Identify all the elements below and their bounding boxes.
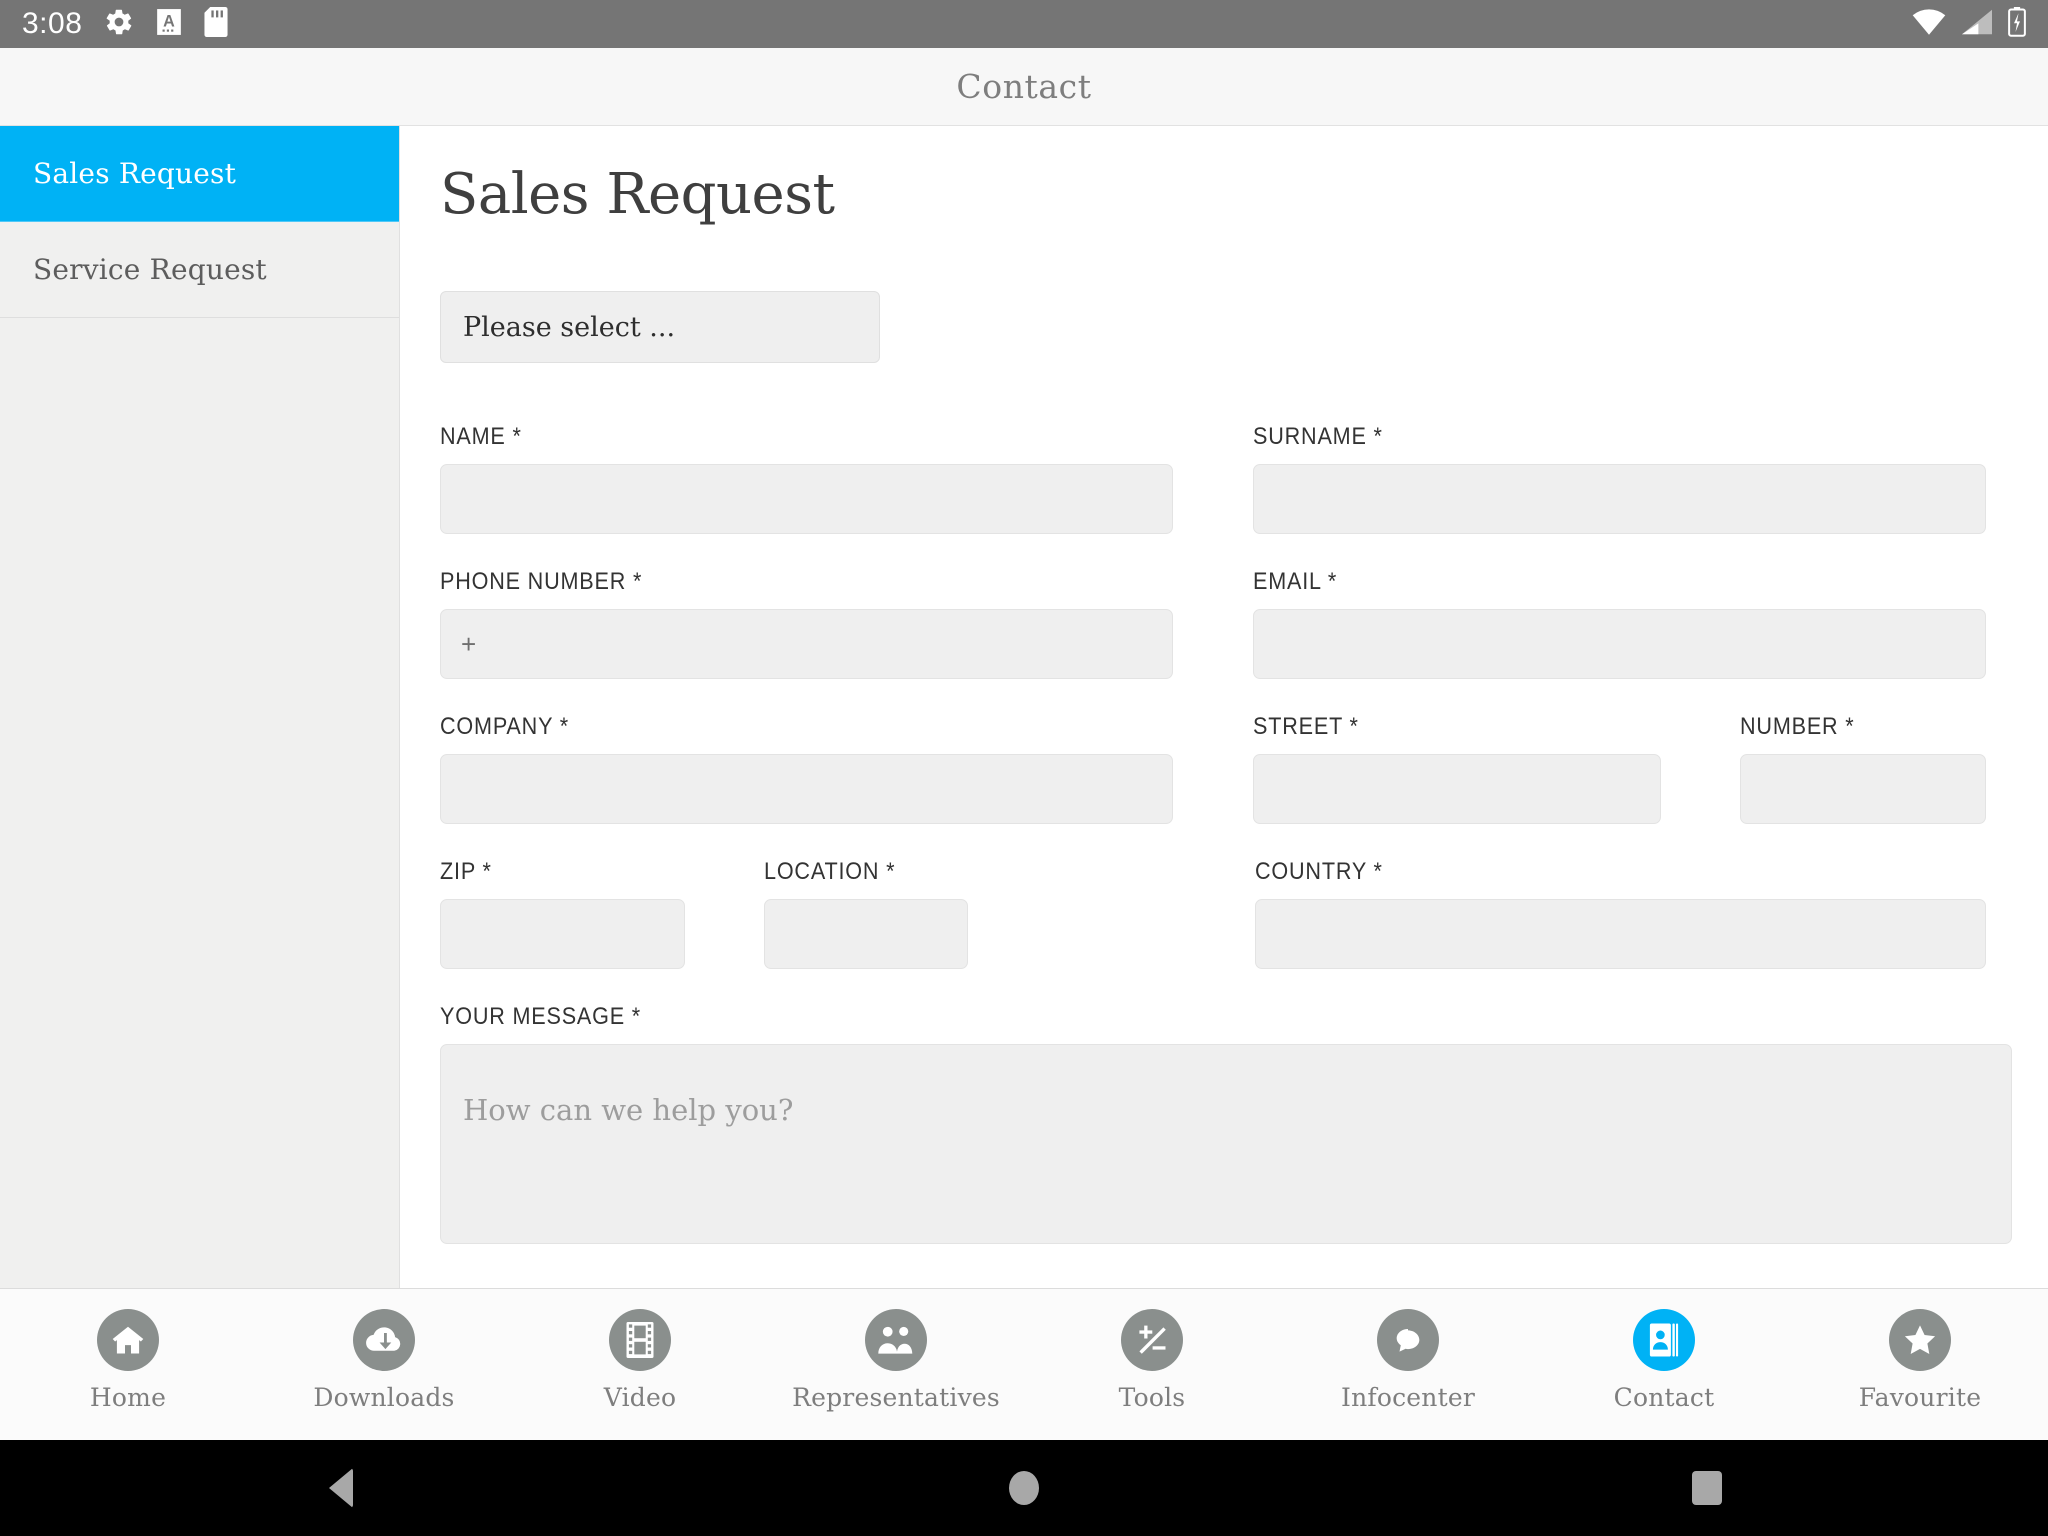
field-label-phone: PHONE NUMBER * [440,568,643,595]
android-navigation-bar [0,1440,2048,1536]
field-label-name: NAME * [440,423,522,450]
cloud-download-icon [353,1309,415,1371]
field-label-street: STREET * [1253,713,1360,740]
field-label-zip: ZIP * [440,858,492,885]
surname-input[interactable] [1253,464,1986,534]
recents-square-icon[interactable] [1365,1440,2048,1536]
bottom-tab-bar: Home Downloads Video Representatives Too… [0,1288,2048,1440]
tab-video[interactable]: Video [512,1309,768,1412]
row-spacer [968,858,1255,969]
form-row-name: NAME * SURNAME * [440,423,1986,534]
country-input[interactable] [1254,899,1986,969]
phone-input[interactable]: + [440,609,1173,679]
page-title: Contact [956,67,1092,106]
form-row-contact: PHONE NUMBER * + EMAIL * [440,568,1986,679]
tab-label: Home [89,1383,167,1412]
field-name: NAME * [440,423,1173,534]
tab-label: Infocenter [1341,1383,1475,1412]
location-input[interactable] [763,899,969,969]
wifi-icon [1912,8,1946,40]
form-heading: Sales Request [440,162,835,227]
house-icon [97,1309,159,1371]
status-clock: 3:08 [22,7,83,40]
home-circle-icon[interactable] [683,1440,1366,1536]
sidebar: Sales Request Service Request [0,126,400,1288]
request-type-select-value: Please select ... [463,311,676,343]
name-input[interactable] [440,464,1173,534]
app-title-bar: Contact [0,48,2048,126]
tab-label: Downloads [313,1383,455,1412]
field-street: STREET * [1253,713,1662,824]
field-label-company: COMPANY * [440,713,569,740]
field-location: LOCATION * [763,858,969,969]
field-zip: ZIP * [440,858,686,969]
star-icon [1889,1309,1951,1371]
sidebar-item-label: Sales Request [33,157,237,190]
row-spacer [1173,423,1254,534]
film-strip-icon [609,1309,671,1371]
plus-minus-icon [1121,1309,1183,1371]
sidebar-item-service-request[interactable]: Service Request [0,222,399,318]
content-area: Sales Request Service Request Sales Requ… [0,126,2048,1288]
status-bar-left-group: 3:08 A [22,6,228,42]
tab-label: Video [603,1383,677,1412]
number-input[interactable] [1740,754,1986,824]
field-number: NUMBER * [1740,713,1986,824]
street-input[interactable] [1253,754,1662,824]
tab-infocenter[interactable]: Infocenter [1280,1309,1536,1412]
tab-downloads[interactable]: Downloads [256,1309,512,1412]
cell-signal-icon [1962,9,1992,40]
field-label-surname: SURNAME * [1253,423,1384,450]
contact-book-icon [1633,1309,1695,1371]
form-row-address-2: ZIP * LOCATION * COUNTRY * [440,858,1986,969]
row-spacer [1173,713,1254,824]
field-email: EMAIL * [1253,568,1986,679]
field-label-country: COUNTRY * [1254,858,1383,885]
tab-home[interactable]: Home [0,1309,256,1412]
tab-label: Favourite [1858,1383,1982,1412]
form-row-address-1: COMPANY * STREET * NUMBER * [440,713,1986,824]
font-a-icon: A [156,8,182,41]
zip-input[interactable] [440,899,686,969]
email-input[interactable] [1253,609,1986,679]
field-country: COUNTRY * [1254,858,1986,969]
status-bar-right-group [1912,6,2026,42]
form-panel: Sales Request Please select ... NAME * S… [400,126,2048,1288]
field-label-location: LOCATION * [763,858,896,885]
field-company: COMPANY * [440,713,1173,824]
field-label-email: EMAIL * [1253,568,1338,595]
tab-label: Tools [1118,1383,1186,1412]
field-surname: SURNAME * [1253,423,1986,534]
svg-text:A: A [164,12,176,30]
android-status-bar: 3:08 A [0,0,2048,48]
people-group-icon [865,1309,927,1371]
sidebar-item-sales-request[interactable]: Sales Request [0,126,399,222]
battery-charging-icon [2008,6,2026,42]
sd-card-icon [204,6,228,42]
speech-bubble-icon [1377,1309,1439,1371]
tab-tools[interactable]: Tools [1024,1309,1280,1412]
message-textarea[interactable]: How can we help you? [440,1044,2012,1244]
row-spacer [685,858,764,969]
company-input[interactable] [440,754,1173,824]
back-triangle-icon[interactable] [0,1440,683,1536]
tab-label: Representatives [792,1383,1000,1412]
field-message: YOUR MESSAGE * How can we help you? [440,1003,2012,1244]
row-spacer [1173,568,1254,679]
row-spacer [1661,713,1740,824]
request-type-select[interactable]: Please select ... [440,291,880,363]
field-label-message: YOUR MESSAGE * [440,1003,641,1030]
field-label-number: NUMBER * [1740,713,1855,740]
tab-contact[interactable]: Contact [1536,1309,1792,1412]
field-phone: PHONE NUMBER * + [440,568,1173,679]
tab-favourite[interactable]: Favourite [1792,1309,2048,1412]
gear-icon [104,7,134,42]
tab-representatives[interactable]: Representatives [768,1309,1024,1412]
sidebar-item-label: Service Request [33,253,267,286]
tab-label: Contact [1613,1383,1715,1412]
